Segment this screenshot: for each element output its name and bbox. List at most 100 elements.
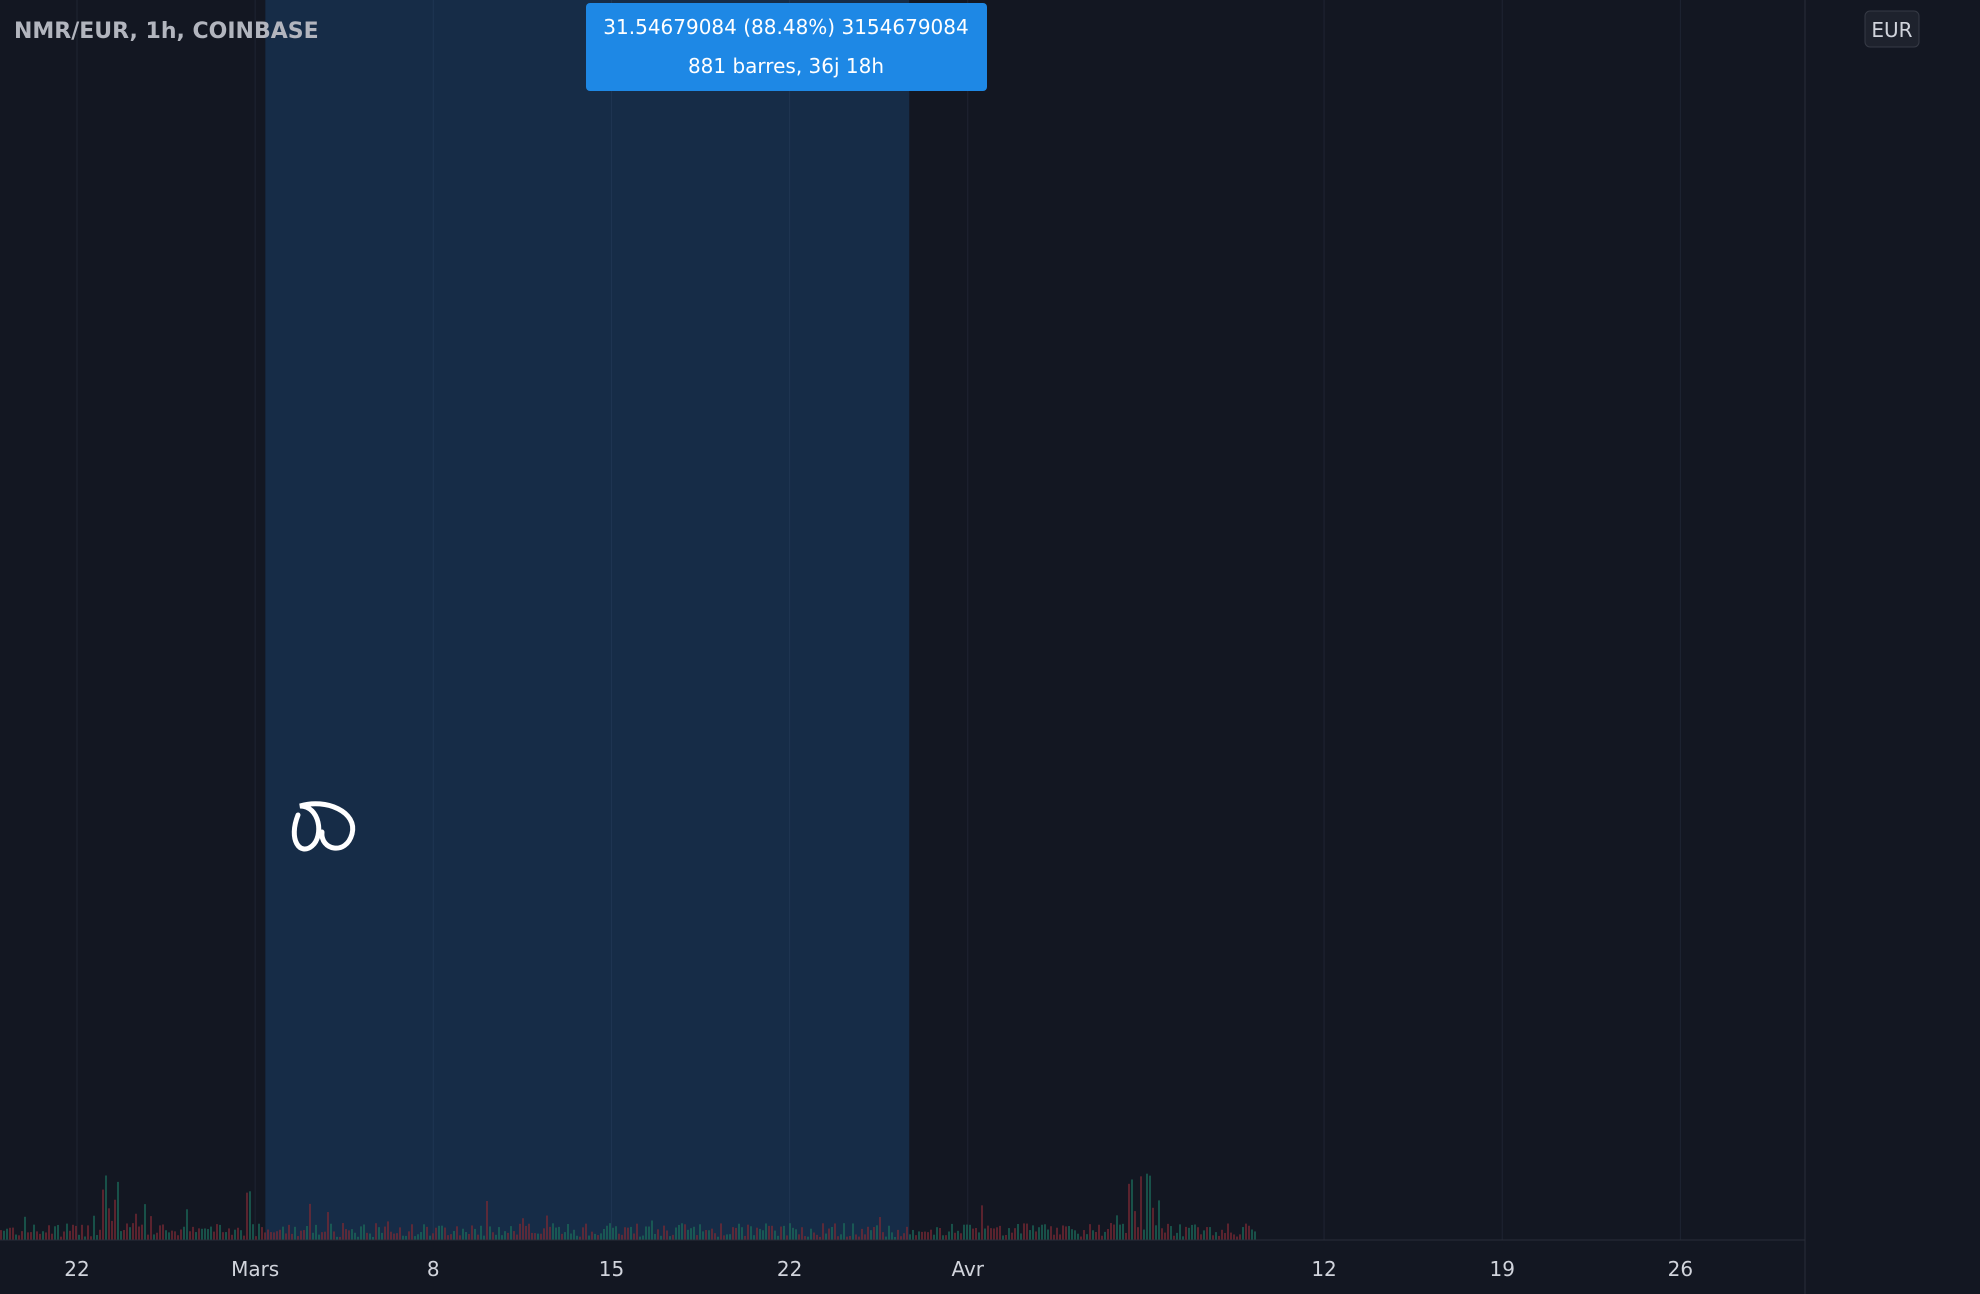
volume-bar [852,1223,854,1240]
volume-bar [132,1223,134,1240]
volume-bar [426,1226,428,1240]
volume-bar [1212,1235,1214,1240]
volume-bar [627,1227,629,1240]
volume-bar [105,1175,107,1240]
volume-bar [366,1232,368,1240]
volume-bar [222,1232,224,1240]
volume-bar [1041,1224,1043,1240]
volume-bar [564,1232,566,1240]
volume-bar [228,1228,230,1240]
volume-bar [669,1236,671,1240]
volume-bar [54,1226,56,1240]
volume-bar [333,1231,335,1240]
volume-bar [945,1235,947,1240]
volume-bar [129,1227,131,1240]
volume-bar [1188,1227,1190,1240]
volume-bar [1023,1223,1025,1240]
volume-bar [1089,1224,1091,1240]
volume-bar [153,1234,155,1240]
volume-bar [855,1234,857,1240]
volume-bar [636,1223,638,1240]
volume-bar [885,1236,887,1240]
volume-bar [942,1235,944,1240]
volume-bar [813,1232,815,1240]
volume-bar [1086,1234,1088,1240]
volume-bar [1128,1183,1130,1240]
volume-bar [1131,1179,1133,1240]
volume-bar [345,1229,347,1240]
volume-bar [621,1234,623,1240]
volume-bar [510,1226,512,1240]
volume-bar [1152,1207,1154,1240]
volume-bar [957,1230,959,1240]
volume-bar [603,1228,605,1240]
volume-bar [999,1225,1001,1240]
currency-button[interactable]: EUR [1864,10,1920,48]
volume-bar [1047,1229,1049,1240]
volume-bar [1215,1232,1217,1240]
volume-bar [765,1223,767,1240]
volume-bar [969,1224,971,1240]
volume-bar [804,1236,806,1240]
x-tick-label: Mars [231,1257,279,1281]
volume-bar [600,1233,602,1240]
volume-bar [864,1234,866,1240]
volume-bar [759,1228,761,1240]
volume-bar [609,1223,611,1240]
volume-bar [231,1234,233,1240]
volume-bar [858,1236,860,1240]
volume-bar [939,1227,941,1240]
volume-bar [477,1234,479,1240]
volume-bar [1098,1224,1100,1240]
price-chart[interactable]: 22Mars81522Avr12192672.5000000062.500000… [0,0,1980,1294]
volume-bar [558,1226,560,1240]
volume-bar [453,1230,455,1240]
volume-bar [423,1224,425,1240]
measure-area[interactable] [265,0,910,1241]
volume-bar [870,1230,872,1240]
volume-bar [159,1225,161,1240]
volume-bar [399,1227,401,1240]
volume-bar [102,1189,104,1240]
volume-bar [51,1233,53,1240]
volume-bar [654,1233,656,1240]
volume-bar [144,1204,146,1240]
volume-bar [585,1223,587,1240]
volume-bar [1242,1227,1244,1240]
volume-bar [24,1216,26,1240]
volume-bar [1044,1224,1046,1240]
volume-bar [48,1225,50,1240]
volume-bar [888,1225,890,1240]
volume-bar [186,1209,188,1240]
volume-bar [714,1233,716,1240]
volume-bar [384,1226,386,1240]
volume-bar [1119,1224,1121,1240]
volume-bar [816,1234,818,1240]
volume-bar [492,1232,494,1240]
volume-bar [876,1225,878,1240]
volume-bar [489,1226,491,1240]
volume-bar [420,1232,422,1240]
volume-bar [141,1224,143,1240]
volume-bar [732,1227,734,1240]
volume-bar [204,1228,206,1240]
volume-bar [342,1223,344,1240]
volume-bar [1113,1224,1115,1240]
volume-bar [471,1225,473,1240]
volume-bar [1080,1236,1082,1240]
volume-bar [1170,1226,1172,1240]
measure-range-box[interactable] [265,0,910,1241]
volume-bar [207,1229,209,1240]
volume-bar [1107,1228,1109,1240]
volume-bar [318,1234,320,1240]
volume-bar [1206,1227,1208,1240]
volume-bar [156,1232,158,1240]
volume-bar [666,1230,668,1240]
volume-bar [624,1227,626,1240]
volume-bar [162,1224,164,1240]
volume-bar [1143,1229,1145,1240]
volume-bar [171,1230,173,1240]
volume-bar [924,1231,926,1240]
volume-bar [678,1224,680,1240]
volume-bar [201,1228,203,1240]
